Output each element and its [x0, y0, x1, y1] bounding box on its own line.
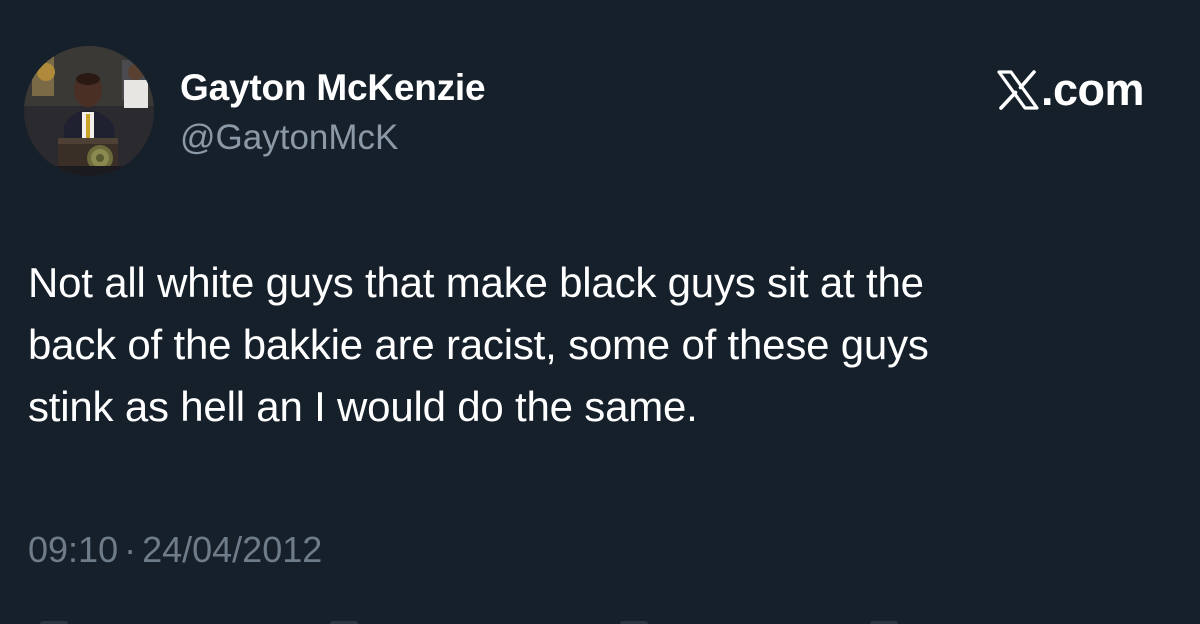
- tweet-card: Gayton McKenzie @GaytonMcK .com Not all …: [0, 0, 1200, 624]
- tweet-date: 24/04/2012: [142, 529, 323, 570]
- timestamp-separator: ·: [124, 529, 137, 570]
- tweet-body: Not all white guys that make black guys …: [28, 252, 1168, 438]
- tweet-time: 09:10: [28, 529, 119, 570]
- author-handle[interactable]: @GaytonMcK: [180, 116, 485, 160]
- tweet-text-line: stink as hell an I would do the same.: [28, 383, 698, 430]
- x-com-brand: .com: [997, 64, 1145, 115]
- tweet-header: Gayton McKenzie @GaytonMcK .com: [24, 46, 1174, 178]
- tweet-text-line: back of the bakkie are racist, some of t…: [28, 321, 929, 368]
- tweet-timestamp[interactable]: 09:10 · 24/04/2012: [28, 528, 322, 572]
- tweet-text-line: Not all white guys that make black guys …: [28, 259, 924, 306]
- author-block: Gayton McKenzie @GaytonMcK: [180, 66, 486, 160]
- brand-domain-text: .com: [1040, 64, 1145, 115]
- x-logo-icon: [997, 70, 1039, 110]
- author-display-name[interactable]: Gayton McKenzie: [180, 66, 486, 110]
- avatar[interactable]: [24, 46, 154, 176]
- profile-photo-avatar-icon: [24, 46, 154, 176]
- action-bar-edge: [0, 618, 1200, 624]
